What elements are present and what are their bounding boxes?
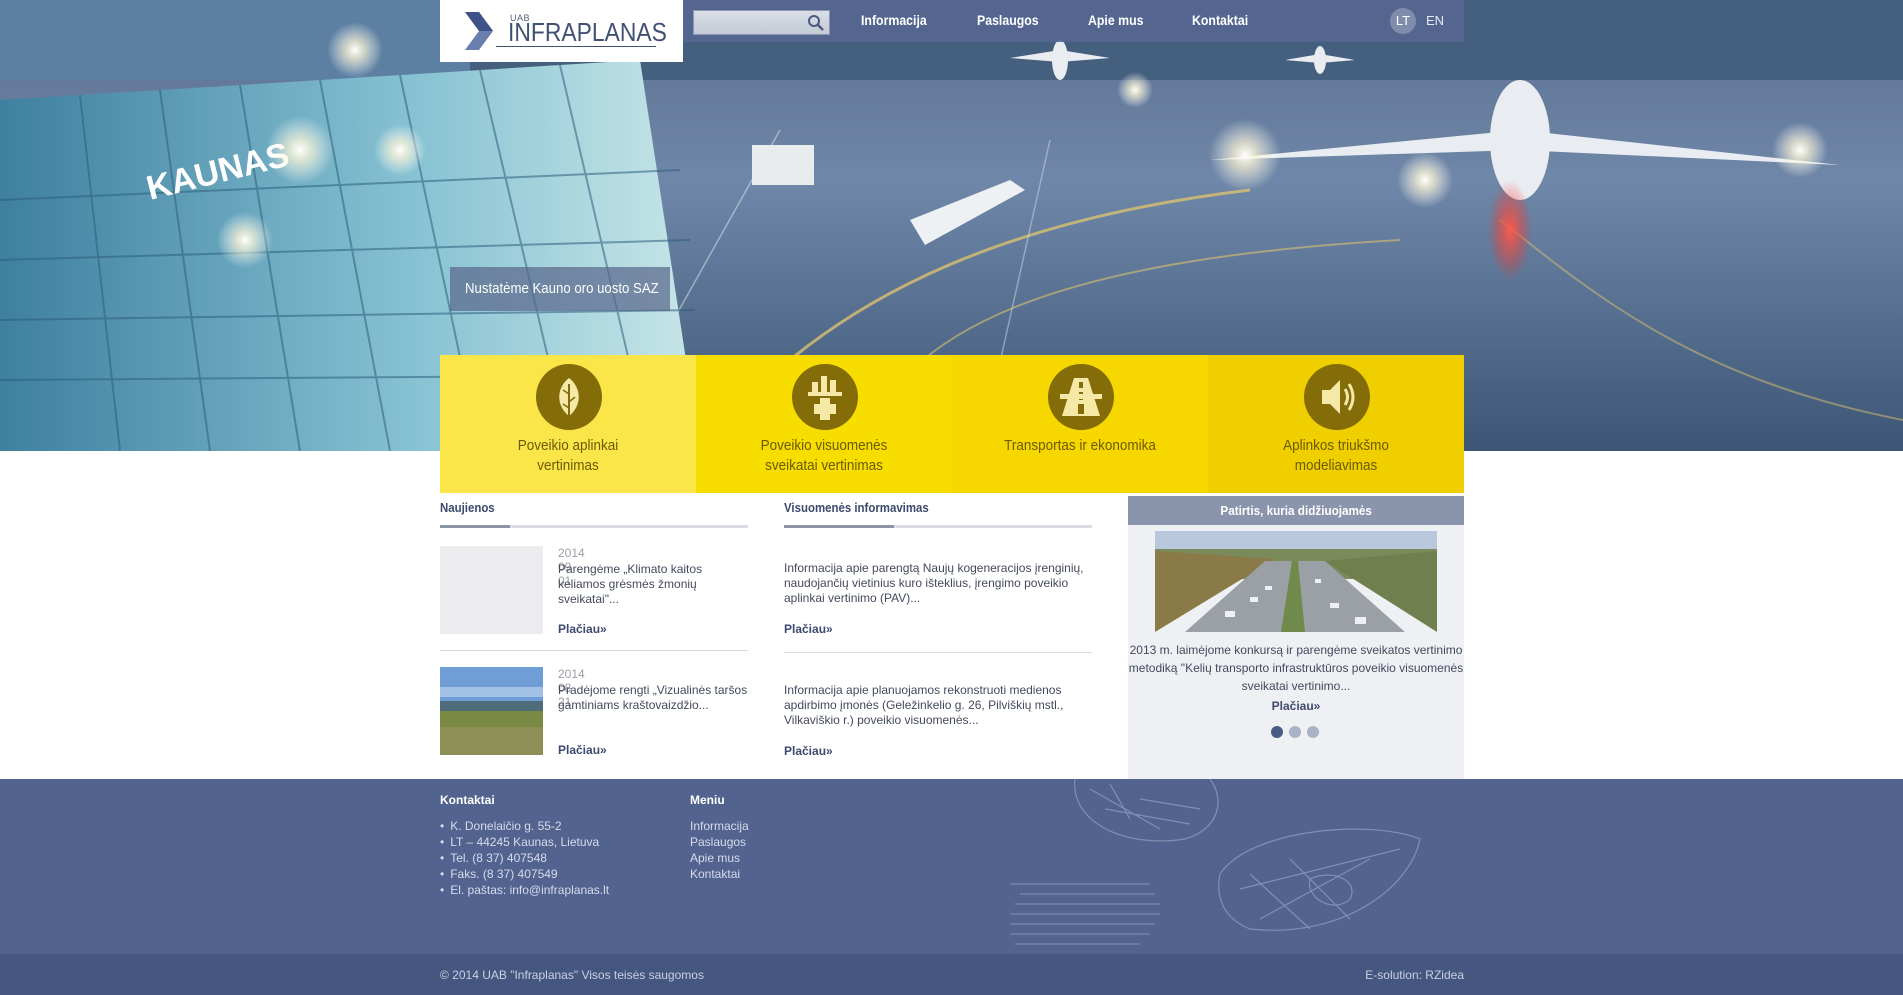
footer-contact-city: LT – 44245 Kaunas, Lietuva: [440, 834, 609, 850]
nav-item-paslaugos[interactable]: Paslaugos: [977, 12, 1039, 28]
health-factory-icon: [808, 376, 842, 420]
search-icon[interactable]: [807, 14, 825, 32]
service-tile-health[interactable]: Poveikio visuomenės sveikatai vertinimas: [696, 355, 952, 493]
experience-panel: Patirtis, kuria didžiuojamės 2013 m. lai…: [1128, 496, 1464, 779]
city-map-illustration: [1010, 779, 1421, 945]
public-info-column: Visuomenės informavimas: [784, 500, 1092, 515]
language-lt[interactable]: LT: [1390, 8, 1416, 34]
footer-menu-kontaktai[interactable]: Kontaktai: [690, 867, 740, 881]
experience-title-text: Patirtis, kuria didžiuojamės: [1220, 503, 1372, 518]
service-label: Aplinkos triukšmo modeliavimas: [1221, 436, 1451, 476]
logo-name: INFRAPLANAS: [508, 17, 667, 47]
leaf-icon: [559, 378, 579, 416]
public-info-separator: [784, 652, 1092, 653]
nav-item-kontaktai[interactable]: Kontaktai: [1192, 12, 1248, 28]
speaker-icon: [1322, 380, 1355, 414]
slide-caption[interactable]: Nustatėme Kauno oro uosto SAZ: [450, 267, 670, 311]
slider-dot[interactable]: [1289, 726, 1301, 738]
service-label-line2: vertinimas: [537, 457, 599, 474]
service-icon-circle: [1048, 364, 1114, 430]
service-icon-circle: [792, 364, 858, 430]
public-info-title: Visuomenės informavimas: [784, 500, 929, 515]
footer-menu-list: Informacija Paslaugos Apie mus Kontaktai: [690, 818, 749, 882]
road-icon: [1060, 378, 1102, 416]
nav-item-informacija[interactable]: Informacija: [861, 12, 927, 28]
service-label: Transportas ir ekonomika: [965, 436, 1195, 456]
footer-contact-email[interactable]: El. paštas: info@infraplanas.lt: [440, 882, 609, 898]
service-icon-circle: [536, 364, 602, 430]
public-info-text: Informacija apie parengtą Naujų kogenera…: [784, 561, 1084, 605]
service-label-line1: Poveikio visuomenės: [760, 437, 888, 454]
service-tiles: Poveikio aplinkai vertinimas Poveikio vi…: [440, 355, 1464, 493]
experience-more-link[interactable]: Plačiau»: [1272, 699, 1321, 713]
news-thumbnail[interactable]: [440, 667, 543, 755]
search-box: [693, 10, 830, 35]
credit-link[interactable]: E-solution: RZidea: [1365, 968, 1464, 982]
slider-dots: [1271, 726, 1319, 738]
news-text: Parengėme „Klimato kaitos keliamos grėsm…: [558, 562, 703, 606]
main-nav: Informacija Paslaugos Apie mus Kontaktai: [861, 12, 1297, 28]
footer-menu-apie-mus[interactable]: Apie mus: [690, 851, 740, 865]
copyright-bar: © 2014 UAB "Infraplanas" Visos teisės sa…: [0, 954, 1903, 995]
news-title-rule: [440, 525, 748, 528]
experience-title: Patirtis, kuria didžiuojamės: [1128, 496, 1464, 525]
news-text: Pradėjome rengti „Vizualinės taršos gamt…: [558, 683, 748, 712]
top-navigation-bar: Informacija Paslaugos Apie mus Kontaktai…: [683, 0, 1464, 42]
news-title: Naujienos: [440, 500, 495, 515]
service-label-line1: Aplinkos triukšmo: [1283, 437, 1389, 454]
public-info-more-link[interactable]: Plačiau»: [784, 744, 833, 758]
service-icon-circle: [1304, 364, 1370, 430]
public-info-title-rule-accent: [784, 525, 894, 528]
service-label-line2: modeliavimas: [1294, 457, 1378, 474]
copyright-text: © 2014 UAB "Infraplanas" Visos teisės sa…: [440, 968, 704, 982]
footer-contact-fax: Faks. (8 37) 407549: [440, 866, 609, 882]
footer-contacts-title: Kontaktai: [440, 793, 495, 807]
experience-photo[interactable]: [1155, 531, 1437, 632]
service-label: Poveikio aplinkai vertinimas: [453, 436, 683, 476]
news-title-rule-accent: [440, 525, 510, 528]
language-en[interactable]: EN: [1426, 8, 1444, 34]
footer-menu-title: Meniu: [690, 793, 725, 807]
footer-menu-paslaugos[interactable]: Paslaugos: [690, 835, 746, 849]
nav-item-apie-mus[interactable]: Apie mus: [1088, 12, 1143, 28]
news-more-link[interactable]: Plačiau»: [558, 622, 607, 636]
public-info-more-link[interactable]: Plačiau»: [784, 622, 833, 636]
slider-dot[interactable]: [1307, 726, 1319, 738]
news-thumbnail[interactable]: [440, 546, 543, 634]
service-tile-environment[interactable]: Poveikio aplinkai vertinimas: [440, 355, 696, 493]
service-label-line1: Poveikio aplinkai: [517, 437, 619, 454]
service-tile-noise[interactable]: Aplinkos triukšmo modeliavimas: [1208, 355, 1464, 493]
site-logo[interactable]: UAB INFRAPLANAS: [440, 0, 683, 62]
experience-text: 2013 m. laimėjome konkursą ir parengėme …: [1128, 643, 1464, 693]
footer-contact-phone: Tel. (8 37) 407548: [440, 850, 609, 866]
footer-contacts-list: K. Donelaičio g. 55-2 LT – 44245 Kaunas,…: [440, 818, 609, 898]
logo-chevron-icon: [465, 12, 493, 50]
footer: Kontaktai K. Donelaičio g. 55-2 LT – 442…: [0, 779, 1903, 954]
news-column: Naujienos: [440, 500, 748, 515]
experience-more: Plačiau»: [1128, 697, 1464, 715]
footer-contact-address: K. Donelaičio g. 55-2: [440, 818, 609, 834]
logo-underline: [496, 46, 656, 47]
news-more-link[interactable]: Plačiau»: [558, 743, 607, 757]
news-separator: [440, 650, 748, 651]
slide-caption-text: Nustatėme Kauno oro uosto SAZ: [465, 280, 659, 297]
public-info-title-rule: [784, 525, 1092, 528]
public-info-text: Informacija apie planuojamos rekonstruot…: [784, 683, 1064, 727]
search-input[interactable]: [696, 13, 800, 34]
service-label-line1: Transportas ir ekonomika: [1004, 437, 1156, 454]
service-tile-transport[interactable]: Transportas ir ekonomika: [952, 355, 1208, 493]
slider-dot[interactable]: [1271, 726, 1283, 738]
service-label-line2: sveikatai vertinimas: [765, 457, 883, 474]
service-label: Poveikio visuomenės sveikatai vertinimas: [709, 436, 939, 476]
footer-menu-informacija[interactable]: Informacija: [690, 819, 749, 833]
